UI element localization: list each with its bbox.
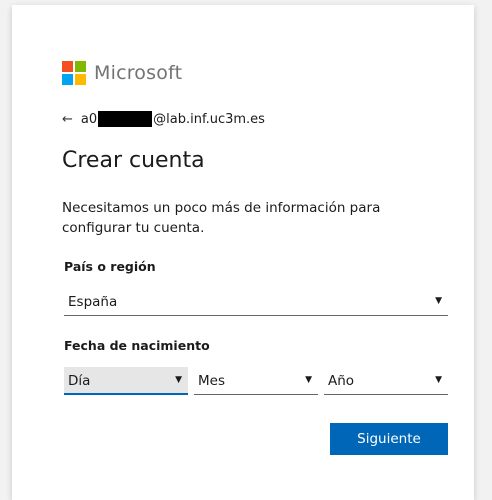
- next-button[interactable]: Siguiente: [330, 423, 448, 455]
- redaction-bar: [98, 111, 153, 127]
- caret-down-icon: ▼: [175, 375, 182, 385]
- microsoft-logo-icon: [62, 61, 86, 85]
- day-select[interactable]: Día ▼: [64, 367, 188, 395]
- country-select[interactable]: España ▼: [64, 288, 448, 316]
- arrow-left-icon[interactable]: ←: [62, 112, 73, 127]
- signup-card: Microsoft ← a0 @lab.inf.uc3m.es Crear cu…: [12, 5, 474, 500]
- brand-name: Microsoft: [94, 62, 183, 84]
- identity-banner: ← a0 @lab.inf.uc3m.es: [62, 111, 265, 127]
- day-value: Día: [68, 373, 91, 389]
- caret-down-icon: ▼: [435, 375, 442, 385]
- email-suffix: @lab.inf.uc3m.es: [153, 111, 265, 127]
- country-value: España: [68, 294, 118, 310]
- page-title: Crear cuenta: [62, 148, 205, 173]
- country-label: País o región: [64, 259, 156, 274]
- year-select[interactable]: Año ▼: [324, 367, 448, 395]
- email-prefix: a0: [80, 111, 98, 127]
- month-value: Mes: [198, 373, 225, 389]
- birthdate-label: Fecha de nacimiento: [64, 338, 210, 353]
- year-value: Año: [328, 373, 355, 389]
- caret-down-icon: ▼: [305, 375, 312, 385]
- month-select[interactable]: Mes ▼: [194, 367, 318, 395]
- caret-down-icon: ▼: [435, 296, 442, 306]
- microsoft-logo: Microsoft: [62, 61, 182, 85]
- page-description: Necesitamos un poco más de información p…: [62, 200, 381, 236]
